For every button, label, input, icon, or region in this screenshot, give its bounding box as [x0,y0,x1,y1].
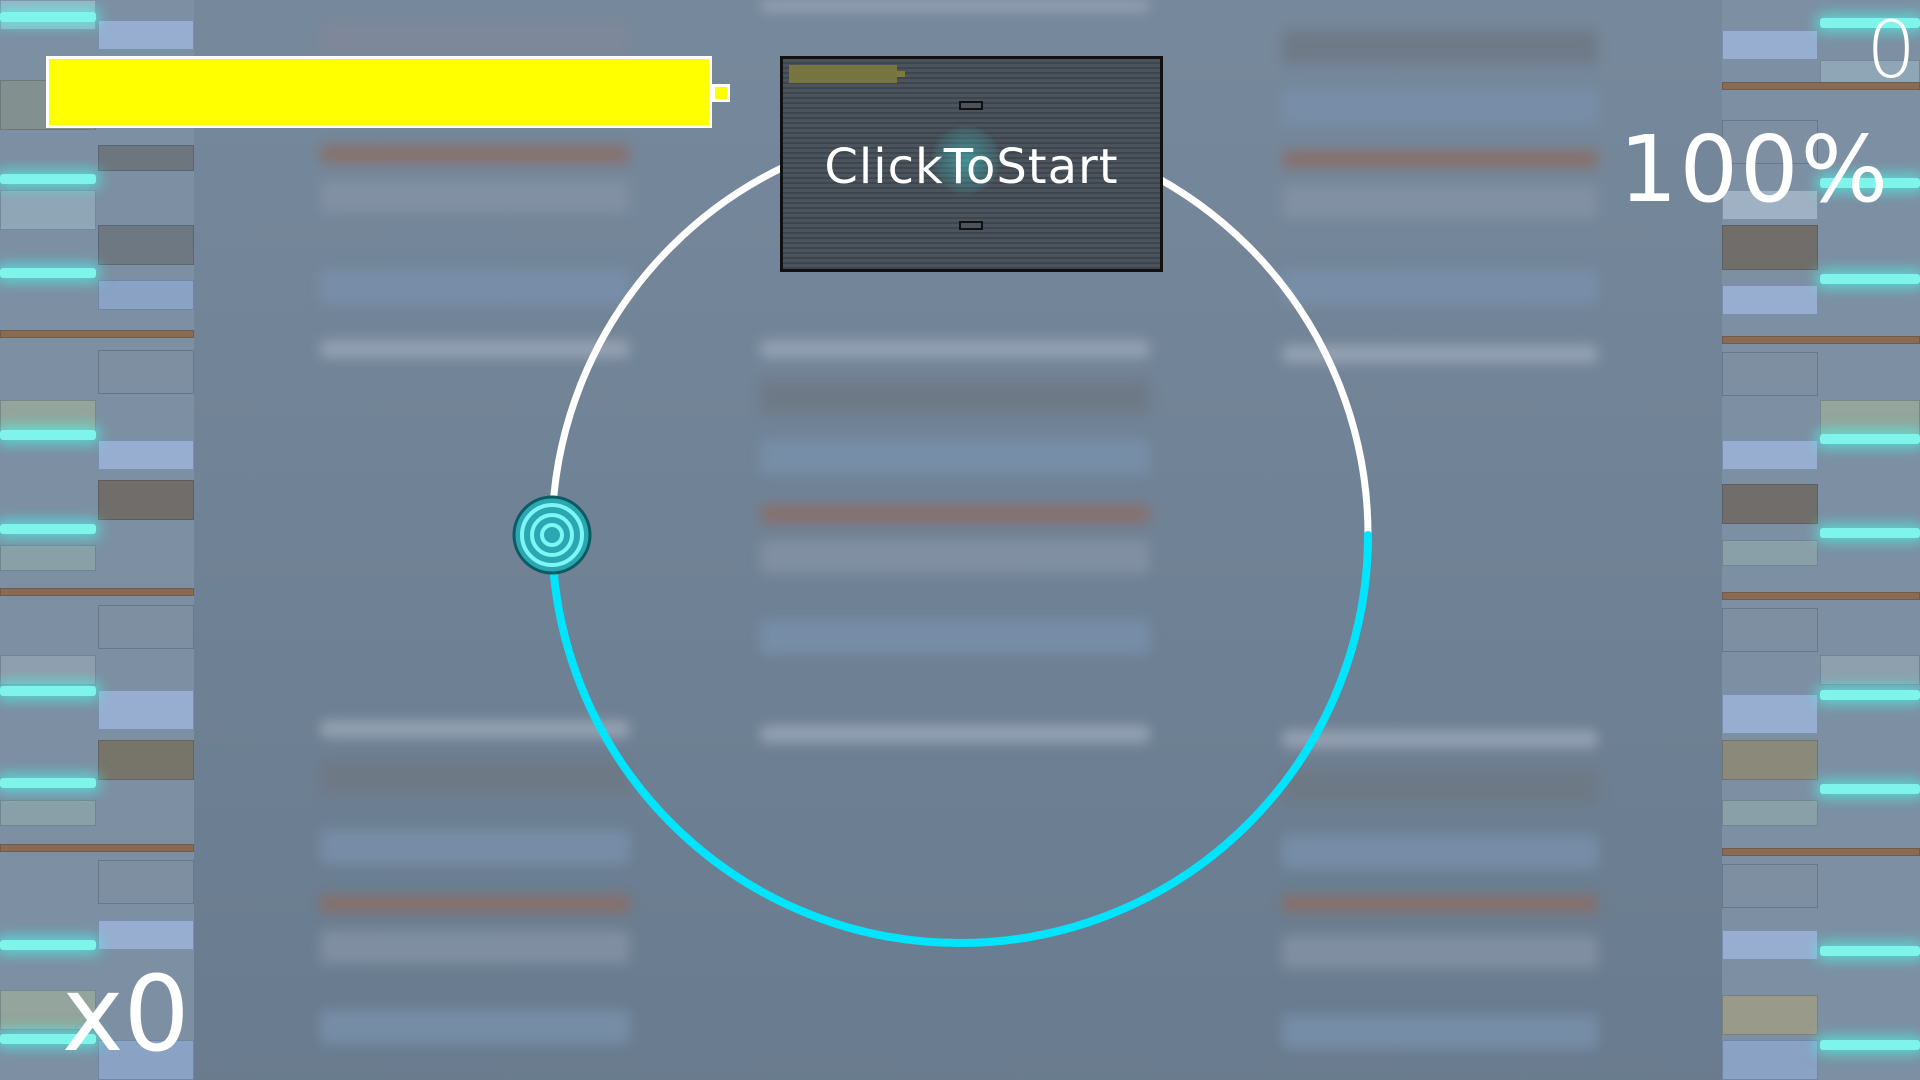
score-counter: 0 [1866,6,1916,96]
ring-progress-arc [548,531,1372,947]
health-bar-cap [712,84,730,102]
ring-cursor-icon [512,495,592,575]
combo-counter: x0 [62,953,190,1075]
health-bar-fill [49,59,709,125]
health-bar [46,56,712,128]
panel-handle-top [959,101,983,110]
click-to-start-label[interactable]: ClickToStart [783,139,1160,195]
preview-health-bar [789,65,897,83]
panel-handle-bottom [959,221,983,230]
accuracy-percent: 100% [1618,116,1890,223]
click-to-start-panel[interactable]: ClickToStart [780,56,1163,272]
